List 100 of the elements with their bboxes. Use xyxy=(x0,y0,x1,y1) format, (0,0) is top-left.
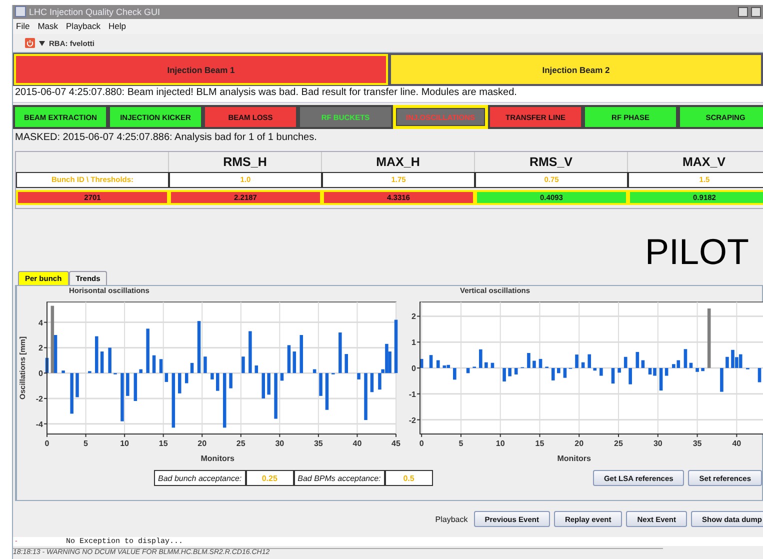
bar xyxy=(600,368,603,376)
menu-item[interactable]: Playback xyxy=(66,21,101,32)
bar xyxy=(758,368,762,383)
tick-label: 25 xyxy=(614,439,623,448)
bar xyxy=(197,322,201,374)
bar xyxy=(146,329,150,374)
tick-label: 2 xyxy=(412,312,416,322)
bar xyxy=(216,374,220,392)
tick-label: 25 xyxy=(236,439,246,448)
beam-button[interactable]: Injection Beam 2 xyxy=(389,53,763,86)
bar xyxy=(100,352,104,374)
axis-title: Monitors xyxy=(557,454,591,464)
bar xyxy=(134,374,138,402)
status-message: 2015-06-07 4:25:07.880: Beam injected! BLM analysis was bad. Bad result for transfer line. Modules are masked. xyxy=(13,86,763,102)
bar xyxy=(453,368,456,380)
beam-button[interactable]: Injection Beam 1 xyxy=(13,53,389,86)
bar xyxy=(466,368,470,374)
tick-label: 20 xyxy=(198,439,207,448)
window-title: LHC Injection Quality Check GUI xyxy=(29,6,162,17)
bar xyxy=(319,374,322,396)
bar xyxy=(581,362,585,368)
tick-label: 5 xyxy=(84,439,88,448)
tick-label: 15 xyxy=(158,439,168,448)
bar xyxy=(178,374,182,394)
bar xyxy=(152,356,156,374)
bar xyxy=(210,374,214,380)
bar xyxy=(563,368,567,378)
menu-item[interactable]: File xyxy=(16,21,30,32)
bar xyxy=(159,360,163,374)
bar xyxy=(229,374,232,389)
bar xyxy=(588,354,592,368)
bar xyxy=(575,355,578,368)
bar xyxy=(636,352,640,368)
overlay-label: PILOT xyxy=(644,232,749,272)
bar xyxy=(267,374,270,396)
bar xyxy=(88,372,92,374)
bar xyxy=(139,370,142,374)
bar xyxy=(262,374,265,399)
menu-item[interactable]: Help xyxy=(108,21,126,32)
bar xyxy=(684,350,688,368)
bar xyxy=(701,368,704,372)
tick-label: 2 xyxy=(38,344,43,354)
bar xyxy=(641,360,645,368)
bar xyxy=(508,368,512,377)
bar xyxy=(344,354,348,374)
bar xyxy=(254,366,258,374)
bar xyxy=(720,368,724,392)
tick-label: 30 xyxy=(653,439,662,448)
bar xyxy=(204,357,207,374)
bar xyxy=(62,371,65,374)
bar xyxy=(76,374,79,398)
bar xyxy=(126,374,130,396)
bar xyxy=(274,374,278,420)
bar xyxy=(420,359,424,368)
caret-icon[interactable] xyxy=(39,40,45,46)
tick-label: 0 xyxy=(38,370,43,379)
tick-label: 10 xyxy=(496,439,505,448)
bar xyxy=(364,374,368,421)
bar xyxy=(618,368,621,374)
tick-label: 0 xyxy=(44,439,50,448)
tick-label: 35 xyxy=(692,439,702,448)
tick-label: 4 xyxy=(38,318,43,328)
menu-item[interactable]: Mask xyxy=(38,21,58,32)
maximize-button[interactable] xyxy=(751,6,761,17)
tick-label: 35 xyxy=(314,439,323,448)
bar xyxy=(707,308,711,368)
bar xyxy=(45,358,49,374)
bar xyxy=(532,361,536,368)
bar xyxy=(312,370,316,374)
bar xyxy=(70,374,74,414)
bar xyxy=(479,350,482,368)
bar xyxy=(280,374,284,382)
masked-message: MASKED: 2015-06-07 4:25:07.886: Analysis bad for 1 of 1 bunches. xyxy=(14,130,318,145)
bar xyxy=(338,332,342,374)
bar xyxy=(557,368,560,374)
bar xyxy=(325,374,329,410)
tick-label: -4 xyxy=(36,420,43,430)
minimize-button[interactable] xyxy=(738,6,748,17)
tick-label: 1 xyxy=(412,338,416,348)
tick-label: 30 xyxy=(275,439,284,448)
bar xyxy=(726,357,729,368)
bar xyxy=(120,374,124,422)
bar xyxy=(696,368,699,372)
bar xyxy=(190,363,194,374)
bar xyxy=(527,353,530,368)
power-icon[interactable] xyxy=(25,38,35,48)
bar xyxy=(664,368,668,376)
tick-label: -2 xyxy=(36,394,43,404)
bar xyxy=(429,356,433,368)
bar xyxy=(436,360,440,368)
bar xyxy=(287,346,291,374)
axis-title: Monitors xyxy=(200,454,235,464)
tick-label: 45 xyxy=(392,439,400,448)
bar xyxy=(242,357,245,374)
bar xyxy=(300,335,303,374)
tick-label: 0 xyxy=(412,364,416,374)
bar xyxy=(292,352,296,374)
bar xyxy=(222,374,226,428)
tick-label: -1 xyxy=(408,390,416,400)
bar xyxy=(659,368,663,391)
